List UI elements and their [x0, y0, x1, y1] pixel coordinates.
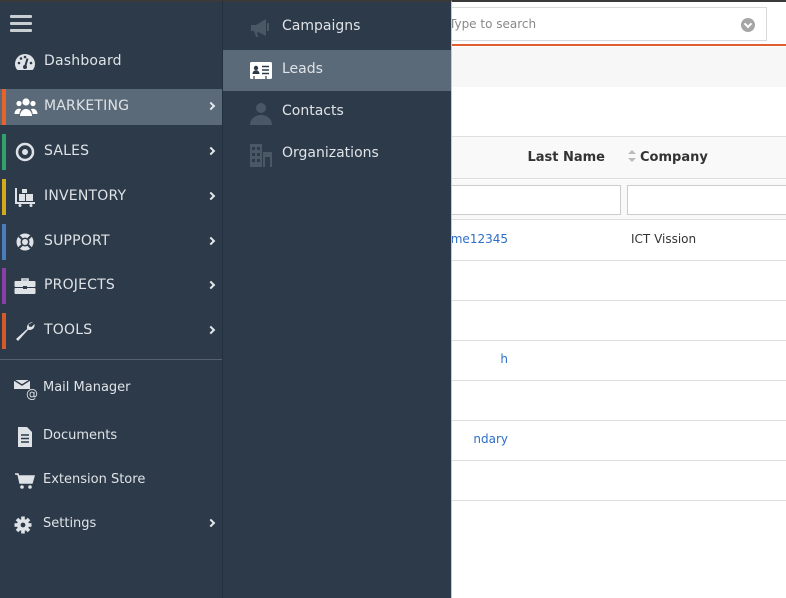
accent-bar — [2, 313, 6, 349]
sidebar-item-extension-store[interactable]: Extension Store — [0, 462, 222, 498]
submenu-item-leads[interactable]: Leads — [223, 50, 451, 91]
chevron-right-icon — [206, 236, 216, 246]
chevron-right-icon — [206, 518, 216, 528]
sidebar-item-label: INVENTORY — [44, 188, 127, 204]
column-header-label: Last Name — [527, 150, 605, 165]
sidebar-item-sales[interactable]: SALES — [0, 134, 222, 170]
dashboard-gauge-icon — [14, 52, 36, 72]
users-group-icon — [14, 97, 38, 117]
sidebar-item-label: Extension Store — [43, 472, 146, 487]
sidebar-item-marketing[interactable]: MARKETING — [0, 89, 222, 125]
gear-icon — [14, 514, 38, 536]
chevron-right-icon — [206, 146, 216, 156]
sidebar-item-projects[interactable]: PROJECTS — [0, 268, 222, 304]
sidebar-item-label: SALES — [44, 143, 90, 159]
mail-at-icon: @ — [14, 378, 38, 400]
global-search[interactable] — [440, 7, 767, 41]
submenu-item-campaigns[interactable]: Campaigns — [223, 7, 451, 48]
wrench-icon — [14, 321, 36, 341]
sidebar-item-label: Documents — [43, 428, 118, 443]
marketing-submenu: Campaigns Leads Contacts Organizations — [223, 0, 452, 598]
sidebar-item-tools[interactable]: TOOLS — [0, 313, 222, 349]
chevron-right-icon — [206, 280, 216, 290]
accent-bar — [2, 224, 6, 260]
bullhorn-icon — [249, 16, 273, 40]
accent-bar — [2, 134, 6, 170]
chevron-circle-down-icon[interactable] — [741, 18, 755, 32]
last-name-link[interactable]: ame12345 — [443, 232, 508, 246]
sidebar-item-label: MARKETING — [44, 98, 130, 114]
briefcase-icon — [14, 276, 36, 296]
document-icon — [14, 426, 38, 448]
last-name-link[interactable]: h — [500, 352, 508, 366]
sidebar-item-label: Mail Manager — [43, 380, 131, 395]
accent-bar — [2, 268, 6, 304]
sidebar-item-label: Dashboard — [44, 53, 122, 69]
shopping-cart-icon — [14, 470, 38, 492]
company-filter-input[interactable] — [627, 185, 786, 215]
hamburger-icon[interactable] — [10, 15, 32, 33]
search-input[interactable] — [449, 8, 729, 40]
sidebar-item-documents[interactable]: Documents — [0, 418, 222, 454]
sort-icon[interactable] — [628, 150, 636, 162]
sidebar-divider — [0, 359, 222, 360]
sidebar-item-label: Settings — [43, 516, 97, 531]
sidebar-item-label: TOOLS — [44, 322, 93, 338]
sidebar-item-label: PROJECTS — [44, 277, 115, 293]
accent-bar — [2, 179, 6, 215]
sidebar-item-support[interactable]: SUPPORT — [0, 224, 222, 260]
app-sidebar: Dashboard MARKETING SALES INVENTORY SUPP… — [0, 0, 223, 598]
building-icon — [249, 143, 273, 167]
company-cell: ICT Vission — [631, 232, 697, 246]
last-name-link[interactable]: ndary — [473, 432, 508, 446]
submenu-item-label: Organizations — [282, 145, 379, 161]
life-ring-icon — [14, 232, 36, 252]
column-header-company[interactable]: Company — [628, 150, 708, 165]
accent-bar — [2, 89, 6, 125]
sidebar-item-mail-manager[interactable]: @ Mail Manager — [0, 370, 222, 406]
chevron-right-icon — [206, 101, 216, 111]
submenu-item-organizations[interactable]: Organizations — [223, 134, 451, 175]
sidebar-item-inventory[interactable]: INVENTORY — [0, 179, 222, 215]
submenu-item-label: Leads — [282, 61, 323, 77]
sidebar-item-settings[interactable]: Settings — [0, 506, 222, 542]
id-card-icon — [249, 59, 273, 83]
target-icon — [14, 142, 36, 162]
submenu-item-label: Campaigns — [282, 18, 361, 34]
person-icon — [249, 101, 273, 125]
column-header-label: Company — [640, 150, 708, 165]
sidebar-item-dashboard[interactable]: Dashboard — [0, 44, 222, 80]
sidebar-item-label: SUPPORT — [44, 233, 110, 249]
dolly-cart-icon — [14, 187, 36, 207]
submenu-item-label: Contacts — [282, 103, 344, 119]
submenu-item-contacts[interactable]: Contacts — [223, 92, 451, 133]
chevron-right-icon — [206, 325, 216, 335]
chevron-right-icon — [206, 191, 216, 201]
svg-text:@: @ — [26, 387, 38, 400]
